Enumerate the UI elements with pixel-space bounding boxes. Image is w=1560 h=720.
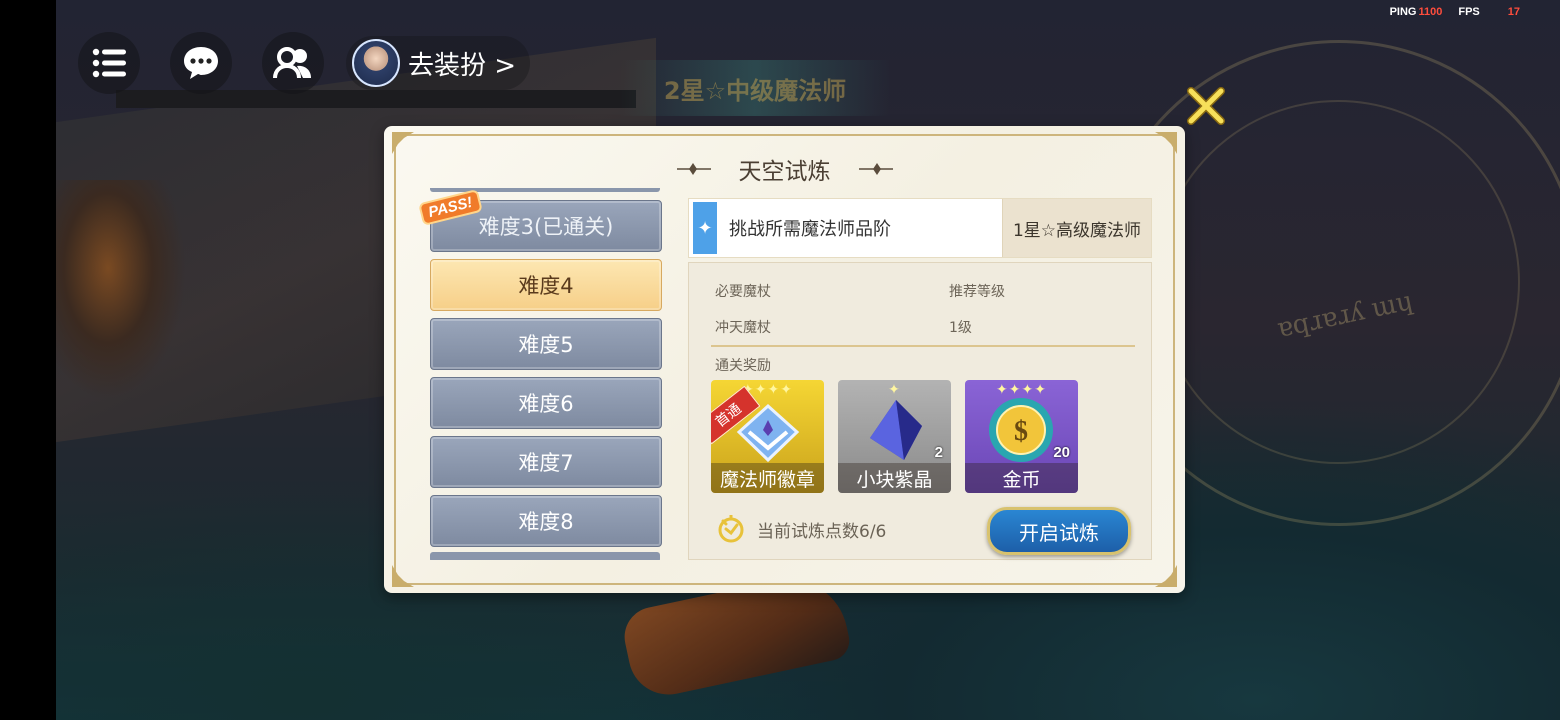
dress-up-label: 去装扮 > (408, 50, 517, 81)
close-icon (1187, 87, 1225, 125)
friends-button[interactable] (262, 32, 324, 94)
reward-mage-badge[interactable]: ✦✦✦✦ 首通 魔法师徽章 (711, 380, 824, 493)
chat-bubble-icon (184, 47, 218, 79)
ping-label: PING (1389, 6, 1417, 18)
divider (711, 345, 1135, 347)
trial-points-icon (718, 515, 744, 543)
corner-ornament-icon (392, 565, 414, 587)
trial-points-text: 当前试炼点数6/6 (757, 521, 887, 542)
reward-stars: ✦✦✦✦ (742, 382, 793, 398)
reward-count: 2 (934, 444, 943, 461)
friends-icon (273, 47, 311, 79)
corner-ornament-icon (1155, 565, 1177, 587)
ping-value: 1100 (1418, 6, 1443, 18)
amethyst-icon (870, 400, 922, 460)
sky-trial-dialog: 天空试炼 难度3(已通关) 难度4 难度5 难度6 难度7 难度8 PASS! … (384, 126, 1185, 593)
title-ornament-right-icon (858, 163, 893, 175)
chat-button[interactable] (170, 32, 232, 94)
title-ornament-left-icon (676, 163, 711, 175)
trial-points: 当前试炼点数6/6 (717, 515, 886, 543)
close-button[interactable] (1186, 86, 1226, 126)
difficulty-label: 难度4 (518, 274, 574, 298)
menu-list-icon (92, 48, 126, 78)
start-trial-button[interactable]: 开启试炼 (987, 507, 1131, 555)
torch-glow (56, 180, 186, 400)
difficulty-item-7[interactable]: 难度7 (430, 436, 662, 488)
difficulty-item-8[interactable]: 难度8 (430, 495, 662, 547)
requirement-label: 挑战所需魔法师品阶 (729, 219, 891, 240)
wand-value: 冲天魔杖 (715, 320, 771, 336)
dialog-title: 天空试炼 (738, 159, 831, 185)
fps-label: FPS (1458, 6, 1480, 18)
reward-count: 20 (1053, 444, 1070, 461)
difficulty-label: 难度6 (518, 392, 574, 416)
requirement-value: 1星☆高级魔法师 (1001, 199, 1151, 257)
trial-info-panel: 必要魔杖 推荐等级 冲天魔杖 1级 通关奖励 ✦✦✦✦ 首通 魔法师徽章 ✦ 2… (688, 262, 1152, 560)
reward-name: 金币 (965, 463, 1078, 493)
reward-name: 魔法师徽章 (711, 463, 824, 493)
list-scroll-edge (430, 552, 660, 560)
fps-value: 17 (1507, 6, 1520, 18)
avatar (352, 39, 400, 87)
difficulty-item-5[interactable]: 难度5 (430, 318, 662, 370)
difficulty-item-4[interactable]: 难度4 (430, 259, 662, 311)
reward-gold-coin[interactable]: ✦✦✦✦ $ 20 金币 (965, 380, 1078, 493)
difficulty-label: 难度5 (518, 333, 574, 357)
sparkle-icon: ✦ (693, 202, 717, 254)
svg-text:$: $ (1014, 416, 1028, 447)
difficulty-item-6[interactable]: 难度6 (430, 377, 662, 429)
menu-button[interactable] (78, 32, 140, 94)
recommended-level-value: 1级 (949, 320, 972, 336)
difficulty-label: 难度7 (518, 451, 574, 475)
reward-small-amethyst[interactable]: ✦ 2 小块紫晶 (838, 380, 951, 493)
recommended-level-label: 推荐等级 (949, 284, 1005, 300)
reward-name: 小块紫晶 (838, 463, 951, 493)
magic-circle-inner (1156, 100, 1520, 464)
wand-label: 必要魔杖 (715, 284, 771, 300)
reward-stars: ✦ (888, 382, 901, 398)
difficulty-label: 难度3(已通关) (478, 215, 614, 239)
requirement-bar: ✦ 挑战所需魔法师品阶 1星☆高级魔法师 (688, 198, 1152, 258)
dress-up-button[interactable]: 去装扮 > (346, 36, 531, 90)
difficulty-label: 难度8 (518, 510, 574, 534)
difficulty-list[interactable]: 难度3(已通关) 难度4 难度5 难度6 难度7 难度8 (428, 188, 664, 560)
gold-coin-icon: $ (989, 398, 1053, 462)
performance-readout: PING 1100 FPS 17 (1390, 6, 1520, 18)
dialog-title-row: 天空试炼 (384, 152, 1185, 186)
rank-banner: 2星☆中级魔法师 (620, 60, 890, 116)
rewards-label: 通关奖励 (715, 358, 771, 374)
